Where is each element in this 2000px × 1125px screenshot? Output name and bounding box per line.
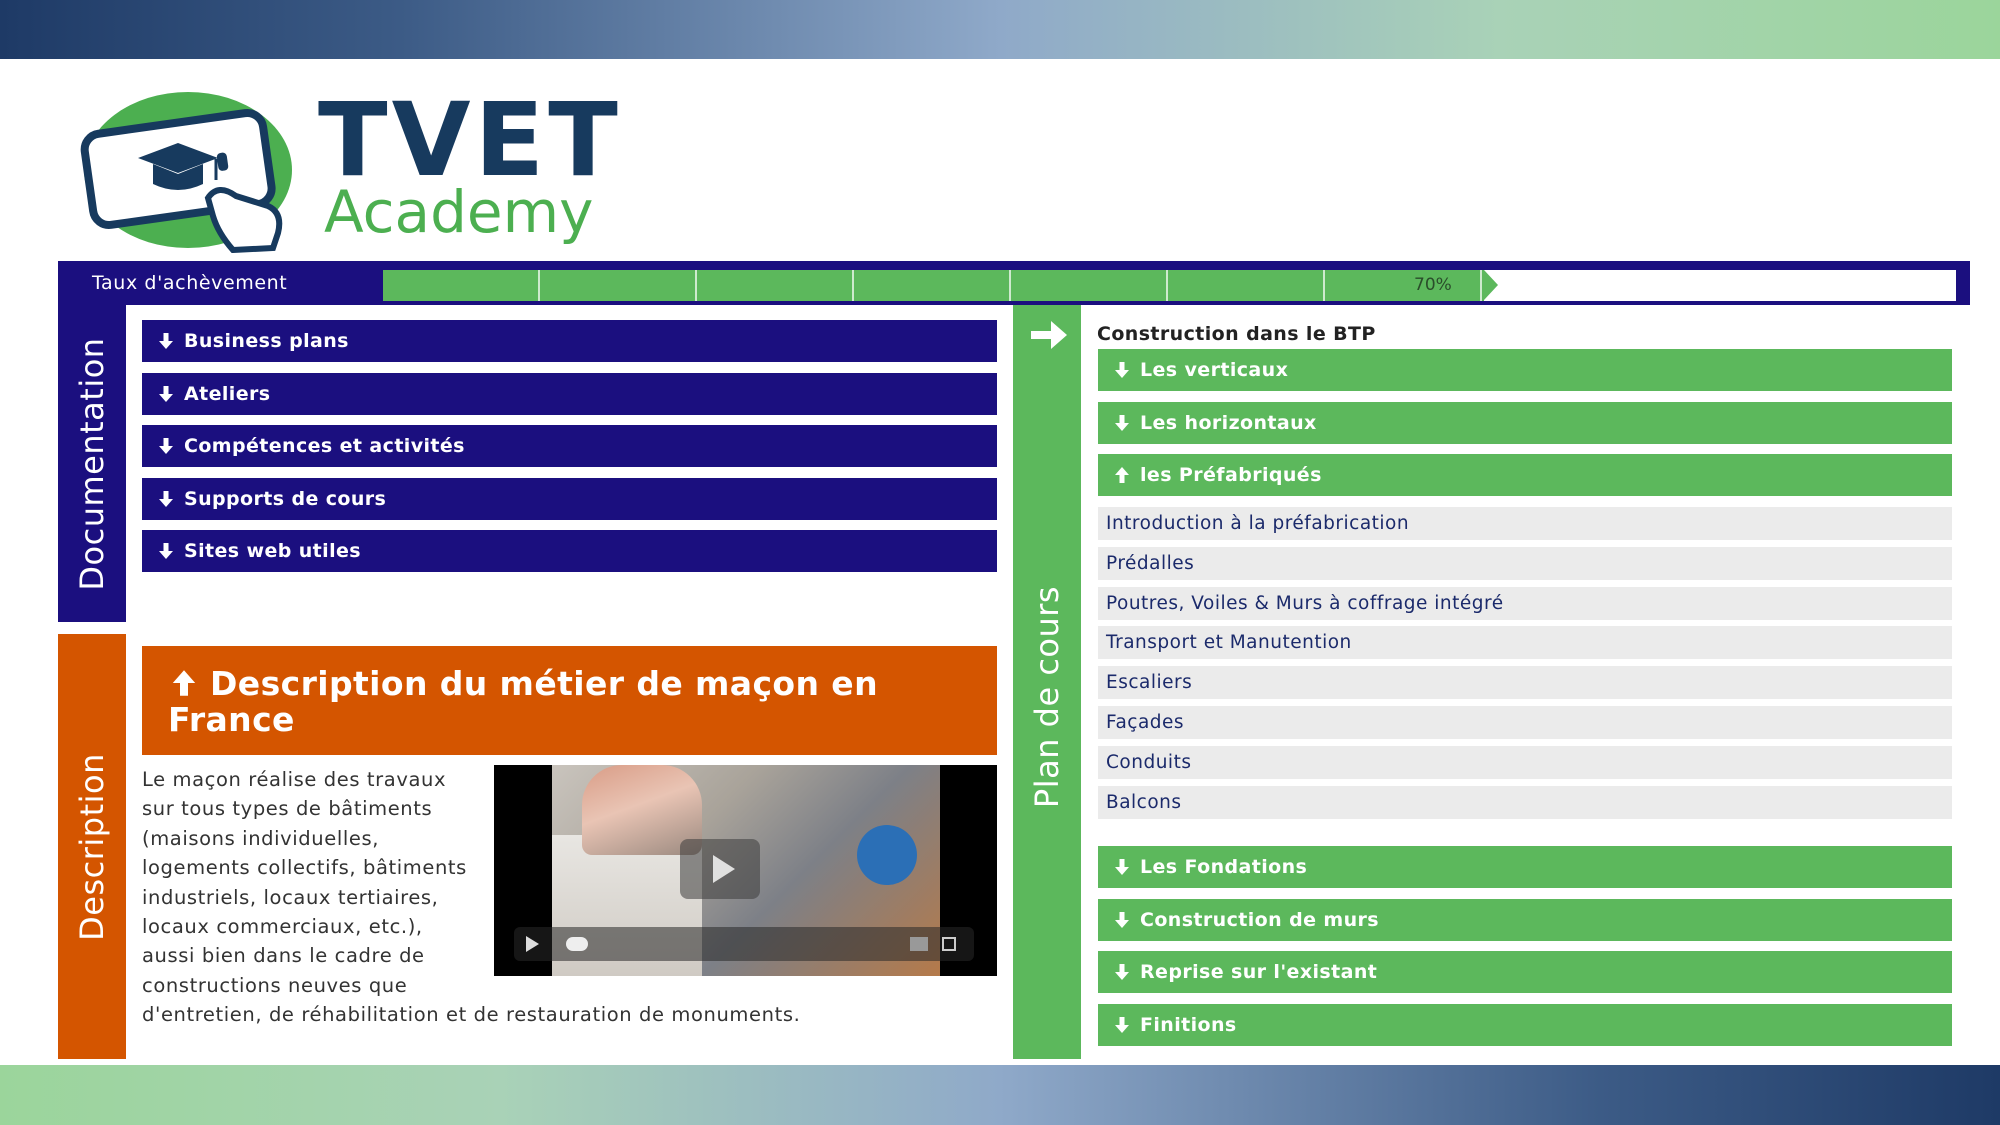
doc-item-label: Supports de cours [184,487,387,510]
plan-item-reprise[interactable]: Reprise sur l'existant [1098,951,1952,993]
sub-item[interactable]: Façades [1098,705,1952,739]
control-play-icon[interactable] [526,936,539,952]
video-mixer [857,825,917,885]
doc-item-label: Sites web utiles [184,540,361,562]
progress-tip [1484,270,1498,300]
plan-item-label: Les Fondations [1140,856,1308,878]
doc-item-label: Ateliers [184,382,271,405]
plan-sections-bottom: Les Fondations Construction de murs Repr… [1098,846,1952,1056]
sub-item[interactable]: Escaliers [1098,666,1952,700]
volume-icon[interactable] [910,937,928,951]
sub-item[interactable]: Poutres, Voiles & Murs à coffrage intégr… [1098,586,1952,620]
description-text-part1: Le maçon réalise des travaux sur tous ty… [142,768,467,997]
documentation-list: Business plans Ateliers Compétences et a… [142,320,997,583]
sub-item[interactable]: Balcons [1098,785,1952,819]
description-text-part2: d'entretien, de réhabilitation et de res… [142,1003,801,1027]
progress-track: 70% [383,270,1956,301]
plan-item-label: Reprise sur l'existant [1140,961,1378,983]
plan-item-verticaux[interactable]: Les verticaux [1098,349,1952,391]
plan-item-label: Construction de murs [1140,908,1379,931]
arrow-down-icon [1115,911,1129,928]
description-title: Description du métier de maçon en France [168,664,878,739]
plan-title: Construction dans le BTP [1097,323,1376,345]
doc-item-supports[interactable]: Supports de cours [142,477,997,520]
arrow-down-icon [159,543,173,559]
bottom-banner [0,1065,2000,1125]
plan-tab-label: Plan de cours [1028,585,1066,809]
arrow-down-icon [1115,859,1129,875]
plan-de-cours-tab[interactable]: Plan de cours [1013,305,1081,1059]
fullscreen-icon[interactable] [942,937,956,951]
progress-label: Taux d'achèvement [92,272,288,294]
arrow-up-icon [1115,467,1129,483]
top-banner [0,0,2000,59]
description-tab[interactable]: Description [58,634,126,1059]
phone-graduation-icon [80,92,292,253]
play-button[interactable] [680,839,760,899]
arrow-down-icon [1115,414,1129,431]
doc-item-business-plans[interactable]: Business plans [142,320,997,362]
tvet-academy-logo: TVET Academy [68,88,638,253]
plan-item-murs[interactable]: Construction de murs [1098,898,1952,941]
arrow-down-icon [1115,964,1129,980]
documentation-tab[interactable]: Documentation [58,305,126,622]
plan-item-finitions[interactable]: Finitions [1098,1003,1952,1046]
description-header[interactable]: Description du métier de maçon en France [142,646,997,755]
plan-item-label: les Préfabriqués [1140,464,1322,486]
doc-item-sites-web[interactable]: Sites web utiles [142,530,997,572]
plan-item-fondations[interactable]: Les Fondations [1098,846,1952,888]
documentation-tab-label: Documentation [73,336,111,591]
doc-item-competences[interactable]: Compétences et activités [142,425,997,467]
sub-item[interactable]: Prédalles [1098,546,1952,580]
play-icon [713,855,735,883]
plan-item-label: Finitions [1140,1013,1237,1036]
seek-slider[interactable] [566,937,588,951]
brand-line2: Academy [324,178,594,246]
arrow-down-icon [159,490,173,507]
arrow-down-icon [159,333,173,349]
sub-item[interactable]: Conduits [1098,745,1952,779]
doc-item-label: Compétences et activités [184,435,465,457]
arrow-down-icon [1115,362,1129,378]
arrow-down-icon [159,385,173,402]
progress-section: Taux d'achèvement 70% [58,261,1970,305]
doc-item-label: Business plans [184,330,349,352]
doc-item-ateliers[interactable]: Ateliers [142,372,997,415]
progress-fill [383,270,1484,301]
plan-item-prefabriques[interactable]: les Préfabriqués [1098,454,1952,496]
plan-item-label: Les verticaux [1140,359,1289,381]
plan-item-label: Les horizontaux [1140,411,1317,434]
brand-line1: TVET [318,81,622,200]
video-controls [514,927,974,961]
arrow-right-icon [1031,321,1067,349]
plan-sections-top: Les verticaux Les horizontaux les Préfab… [1098,349,1952,507]
arrow-down-icon [1115,1016,1129,1033]
arrow-up-icon [172,670,196,696]
prefabriques-sublist: Introduction à la préfabrication Prédall… [1098,507,1952,825]
description-tab-label: Description [73,752,111,941]
sub-item[interactable]: Introduction à la préfabrication [1098,507,1952,540]
video-player[interactable] [494,765,997,976]
progress-percent: 70% [1414,275,1452,295]
arrow-down-icon [159,438,173,454]
sub-item[interactable]: Transport et Manutention [1098,626,1952,660]
plan-item-horizontaux[interactable]: Les horizontaux [1098,401,1952,444]
